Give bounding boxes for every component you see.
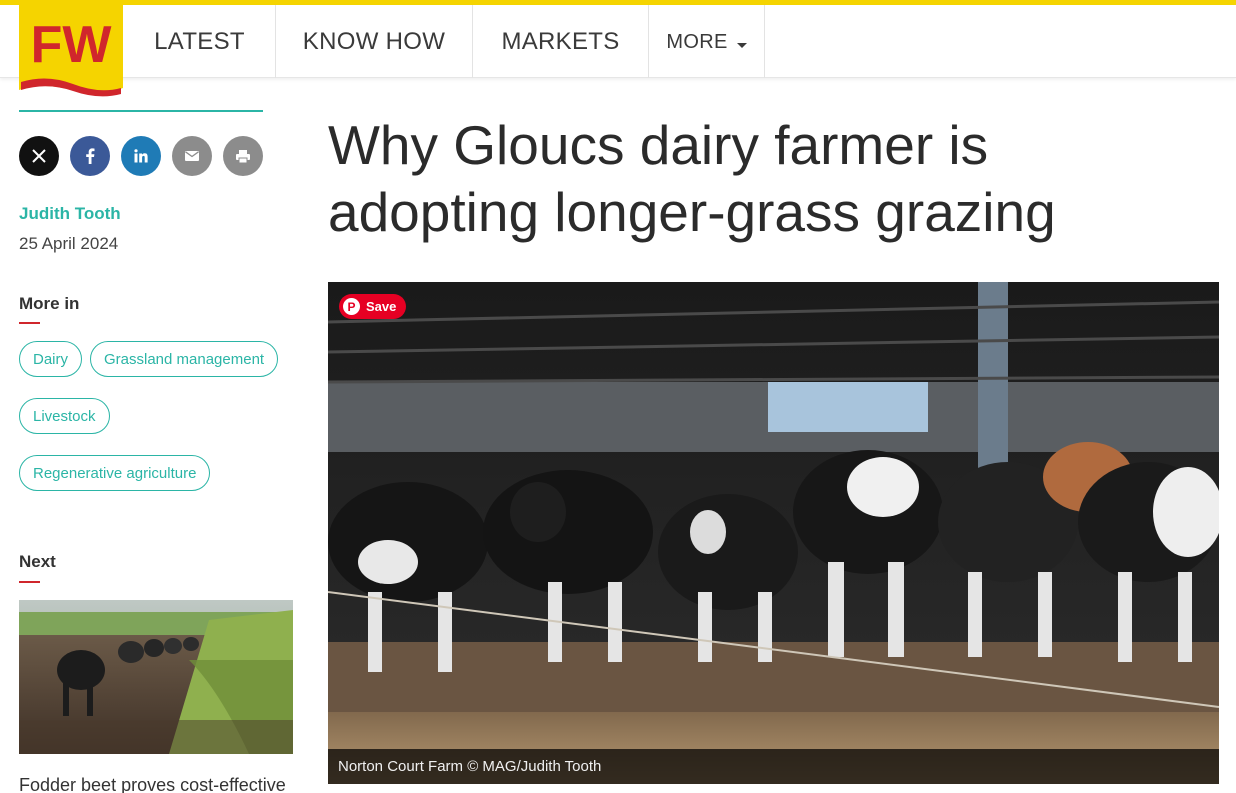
linkedin-icon — [134, 149, 148, 163]
more-in-heading: More in — [19, 294, 80, 313]
logo-text: FW — [31, 16, 113, 74]
x-icon — [32, 149, 46, 163]
nav-know-how-label: KNOW HOW — [302, 27, 446, 55]
nav-markets[interactable]: MARKETS — [473, 5, 649, 78]
next-rule — [19, 581, 40, 583]
facebook-icon — [86, 148, 95, 164]
email-icon — [185, 151, 199, 161]
pinterest-icon: P — [343, 298, 360, 315]
share-bar — [19, 136, 263, 176]
nav-latest-label: LATEST — [154, 27, 245, 55]
tag-livestock[interactable]: Livestock — [19, 398, 110, 434]
sidebar-divider — [19, 110, 263, 112]
nav-more-dropdown[interactable]: MORE — [649, 5, 765, 78]
nav-more-label: MORE — [666, 31, 728, 53]
tag-grassland-management[interactable]: Grassland management — [90, 341, 279, 377]
publish-date: 25 April 2024 — [19, 234, 119, 253]
next-heading: Next — [19, 552, 56, 571]
nav-latest[interactable]: LATEST — [124, 5, 276, 78]
article-headline: Why Gloucs dairy farmer is adopting long… — [328, 114, 1056, 243]
main-nav: LATEST KNOW HOW MARKETS MORE — [124, 5, 765, 78]
hero-image: Norton Court Farm © MAG/Judith Tooth — [328, 282, 1219, 784]
pinterest-save-button[interactable]: P Save — [339, 294, 407, 319]
farmers-weekly-logo[interactable]: FW — [19, 0, 123, 100]
nav-know-how[interactable]: KNOW HOW — [276, 5, 473, 78]
print-icon — [236, 149, 250, 163]
share-linkedin-button[interactable] — [121, 136, 161, 176]
caret-down-icon — [736, 43, 747, 48]
share-x-button[interactable] — [19, 136, 59, 176]
next-article-title[interactable]: Fodder beet proves cost-effective — [19, 775, 286, 793]
pinterest-save-label: Save — [366, 299, 397, 314]
share-email-button[interactable] — [172, 136, 212, 176]
nav-markets-label: MARKETS — [501, 27, 620, 55]
tag-regenerative-agriculture[interactable]: Regenerative agriculture — [19, 455, 211, 491]
print-button[interactable] — [223, 136, 263, 176]
next-article-thumbnail[interactable] — [19, 600, 293, 754]
share-facebook-button[interactable] — [70, 136, 110, 176]
author-link[interactable]: Judith Tooth — [19, 204, 121, 224]
more-in-rule — [19, 322, 40, 324]
image-caption: Norton Court Farm © MAG/Judith Tooth — [328, 749, 1219, 784]
tag-dairy[interactable]: Dairy — [19, 341, 83, 377]
